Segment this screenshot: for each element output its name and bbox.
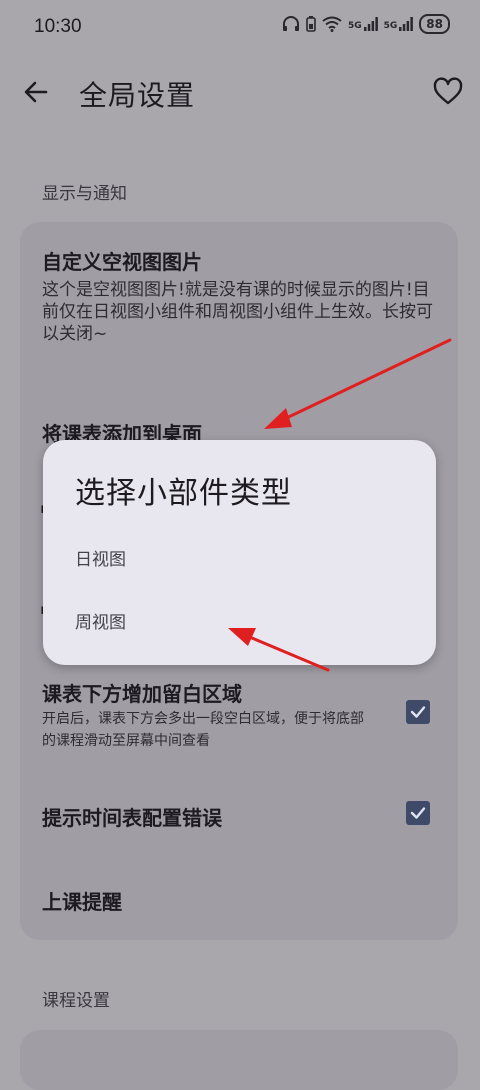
pref-summary: 这个是空视图图片!就是没有课的时候显示的图片!目前仅在日视图小组件和周视图小组件…: [42, 280, 433, 344]
page-title: 全局设置: [79, 79, 196, 112]
check-icon: [410, 706, 426, 718]
pref-summary: 开启后，课表下方会多出一段空白区域，便于将底部的课程滑动至屏幕中间查看: [42, 711, 364, 749]
section-header-display: 显示与通知: [42, 184, 127, 204]
status-bar: 10:30 5G 5G 88: [0, 0, 480, 56]
dialog-option-week-view[interactable]: 周视图: [75, 603, 405, 643]
pref-title: 提示时间表配置错误: [42, 806, 222, 830]
battery-indicator: 88: [419, 14, 450, 34]
dialog-title: 选择小部件类型: [75, 476, 292, 511]
pref-title: 上课提醒: [42, 890, 122, 914]
signal-5g-icon-2: 5G: [384, 17, 414, 31]
signal-5g-icon: 5G: [348, 17, 378, 31]
app-bar: 全局设置: [0, 62, 480, 122]
status-icons: 5G 5G 88: [282, 14, 450, 34]
status-time: 10:30: [34, 16, 82, 37]
widget-type-dialog: 选择小部件类型 日视图 周视图: [43, 440, 436, 665]
heart-outline-icon[interactable]: [432, 76, 464, 108]
battery-saver-icon: [306, 16, 316, 32]
timetable-error-checkbox[interactable]: [406, 801, 430, 825]
pref-title: 课表下方增加留白区域: [42, 682, 242, 706]
check-icon: [410, 807, 426, 819]
settings-card-course: [20, 1030, 458, 1090]
dialog-option-day-view[interactable]: 日视图: [75, 540, 405, 580]
arrow-left-icon[interactable]: [20, 76, 52, 108]
bottom-space-checkbox[interactable]: [406, 700, 430, 724]
pref-title: 自定义空视图图片: [42, 250, 202, 274]
headphones-icon: [282, 16, 299, 31]
wifi-icon: [322, 16, 342, 32]
section-header-course: 课程设置: [42, 991, 110, 1011]
